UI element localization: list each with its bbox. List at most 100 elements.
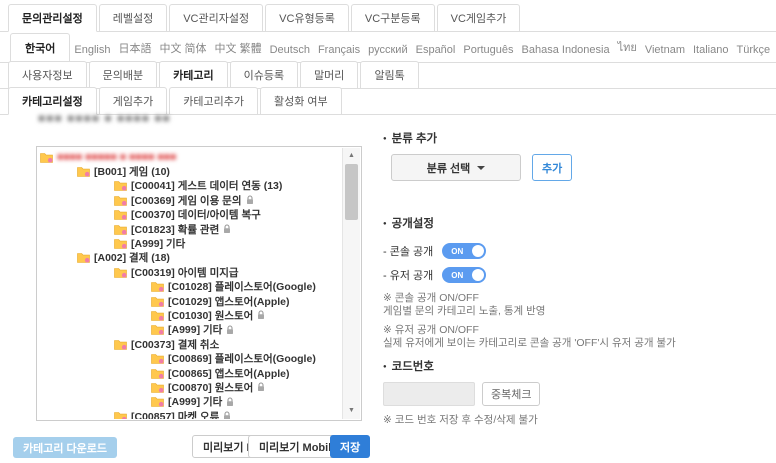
lock-icon: [223, 224, 231, 234]
classify-controls: 분류 선택 추가: [391, 154, 771, 181]
toggle-state-label: ON: [451, 271, 463, 280]
user-publish-toggle[interactable]: ON: [442, 267, 486, 283]
main-tab-0[interactable]: 문의관리설정: [8, 4, 97, 32]
tree-item[interactable]: [B001] 게임 (10): [37, 164, 342, 178]
tree-item[interactable]: [C00370] 데이터/아이템 복구: [37, 208, 342, 222]
tree-item[interactable]: [A999] 기타: [37, 395, 342, 409]
tree-item[interactable]: [C00869] 플레이스토어(Google): [37, 351, 342, 365]
code-number-controls: 중복체크: [383, 382, 771, 406]
code-number-input[interactable]: [383, 382, 475, 406]
section-tab-4[interactable]: 말머리: [300, 61, 358, 89]
language-tab-4[interactable]: 中文 繁體: [211, 34, 266, 62]
publish-settings-title-text: 공개설정: [392, 218, 434, 230]
publish-toggle-rows: - 콘솔 공개ON- 유저 공개ON: [383, 239, 771, 287]
tree-item[interactable]: [C01028] 플레이스토어(Google): [37, 280, 342, 294]
folder-icon: [151, 310, 164, 321]
tree-item[interactable]: [C00870] 원스토어: [37, 380, 342, 394]
selected-game-title-redacted: ■■■ ■■■■ ■ ■■■■ ■■: [38, 111, 171, 125]
language-tab-14[interactable]: Türkçe: [732, 38, 774, 62]
tree-item[interactable]: [C00857] 마켓 오류: [37, 409, 342, 419]
publish-note-line: ※ 콘솔 공개 ON/OFF: [383, 292, 771, 305]
section-tab-1[interactable]: 문의배분: [89, 61, 157, 89]
tree-item[interactable]: [C01030] 원스토어: [37, 308, 342, 322]
tree-item-label: [C00857] 마켓 오류: [131, 409, 219, 419]
main-tab-5[interactable]: VC게임추가: [437, 4, 521, 32]
folder-icon: [151, 324, 164, 335]
scrollbar-thumb[interactable]: [345, 164, 358, 220]
main-tab-4[interactable]: VC구분등록: [351, 4, 435, 32]
main-tab-2[interactable]: VC관리자설정: [169, 4, 263, 32]
language-tab-11[interactable]: ไทย: [614, 32, 641, 62]
folder-icon: [114, 339, 127, 350]
category-download-button[interactable]: 카테고리 다운로드: [13, 437, 117, 458]
folder-icon: [114, 411, 127, 419]
folder-icon: [114, 224, 127, 235]
tree-item-label: [C00865] 앱스토어(Apple): [168, 366, 290, 381]
language-tab-12[interactable]: Vietnam: [641, 38, 689, 62]
caret-down-icon: [477, 166, 485, 170]
category-tree: ■■■■ ■■■■■ ■ ■■■■ ■■■[B001] 게임 (10)[C000…: [37, 150, 342, 419]
language-tab-0[interactable]: 한국어: [10, 33, 70, 63]
main-tab-3[interactable]: VC유형등록: [265, 4, 349, 32]
classify-add-title-text: 분류 추가: [392, 133, 438, 145]
tree-item[interactable]: [A002] 결제 (18): [37, 251, 342, 265]
language-tab-6[interactable]: Français: [314, 38, 364, 62]
folder-icon: [77, 252, 90, 263]
tree-item[interactable]: [C01029] 앱스토어(Apple): [37, 294, 342, 308]
language-tab-bar: 한국어English日本語中文 简体中文 繁體DeutschFrançaisру…: [0, 36, 776, 63]
classify-select-dropdown[interactable]: 분류 선택: [391, 154, 521, 181]
language-tab-7[interactable]: русский: [364, 38, 411, 62]
publish-settings-title: ● 공개설정: [383, 215, 771, 231]
duplicate-check-button[interactable]: 중복체크: [482, 382, 540, 406]
language-tab-13[interactable]: Italiano: [689, 38, 732, 62]
tree-item[interactable]: [C00041] 게스트 데이터 연동 (13): [37, 179, 342, 193]
main-tab-1[interactable]: 레벨설정: [99, 4, 167, 32]
tree-item[interactable]: [A999] 기타: [37, 323, 342, 337]
add-button[interactable]: 추가: [532, 154, 572, 181]
lock-icon: [257, 382, 265, 392]
publish-note-line: 실제 유저에게 보이는 카테고리로 콘솔 공개 'OFF'시 유저 공개 불가: [383, 337, 771, 350]
console-publish-toggle[interactable]: ON: [442, 243, 486, 259]
language-tab-3[interactable]: 中文 简体: [155, 34, 210, 62]
tree-item[interactable]: [C00369] 게임 이용 문의: [37, 193, 342, 207]
tree-item-label: [C00370] 데이터/아이템 복구: [131, 207, 261, 222]
language-tab-1[interactable]: English: [70, 38, 114, 62]
classify-add-title: ● 분류 추가: [383, 130, 771, 146]
tree-item-label: [C00870] 원스토어: [168, 380, 253, 395]
tree-item-label: [A999] 기타: [168, 394, 222, 409]
bullet-icon: ●: [383, 136, 387, 142]
lock-icon: [226, 397, 234, 407]
tree-item[interactable]: [A999] 기타: [37, 236, 342, 250]
tree-item[interactable]: [C00319] 아이템 미지급: [37, 265, 342, 279]
folder-icon: [151, 353, 164, 364]
tree-item[interactable]: [C00373] 결제 취소: [37, 337, 342, 351]
save-button[interactable]: 저장: [330, 435, 370, 458]
folder-icon: [151, 296, 164, 307]
scroll-down-icon[interactable]: ▼: [343, 404, 360, 418]
tree-item-label: [C01030] 원스토어: [168, 308, 253, 323]
section-tab-0[interactable]: 사용자정보: [8, 61, 87, 89]
language-tab-10[interactable]: Bahasa Indonesia: [518, 38, 614, 62]
tree-scrollbar[interactable]: ▲ ▼: [342, 148, 360, 419]
tree-item[interactable]: ■■■■ ■■■■■ ■ ■■■■ ■■■: [37, 150, 342, 164]
publish-toggle-row-1: - 유저 공개ON: [383, 263, 771, 287]
language-tab-2[interactable]: 日本語: [114, 34, 155, 62]
scroll-up-icon[interactable]: ▲: [343, 149, 360, 163]
code-number-title: ●코드번호: [383, 358, 771, 374]
bullet-icon: ●: [383, 364, 387, 370]
bullet-icon: ●: [383, 221, 387, 227]
category-tab-3[interactable]: 활성화 여부: [260, 87, 342, 115]
section-tab-2[interactable]: 카테고리: [159, 61, 227, 89]
language-tab-9[interactable]: Português: [459, 38, 517, 62]
tree-item[interactable]: [C01823] 확률 관련: [37, 222, 342, 236]
section-tab-3[interactable]: 이슈등록: [230, 61, 298, 89]
section-tab-5[interactable]: 알림톡: [360, 61, 418, 89]
tree-item-label: [C01029] 앱스토어(Apple): [168, 294, 290, 309]
publish-notes: ※ 콘솔 공개 ON/OFF게임별 문의 카테고리 노출, 통계 반영※ 유저 …: [383, 292, 771, 350]
tree-item[interactable]: [C00865] 앱스토어(Apple): [37, 366, 342, 380]
language-tab-5[interactable]: Deutsch: [266, 38, 314, 62]
tree-item-label: [C00369] 게임 이용 문의: [131, 193, 242, 208]
language-tab-8[interactable]: Español: [412, 38, 460, 62]
category-tab-2[interactable]: 카테고리추가: [169, 87, 258, 115]
folder-icon: [114, 238, 127, 249]
